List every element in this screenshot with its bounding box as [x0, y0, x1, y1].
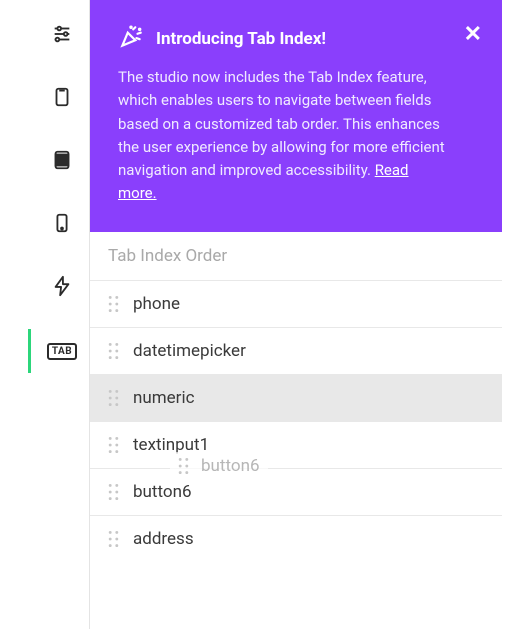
intro-banner: ✕ Introducing Tab Index! The studio now …	[90, 0, 502, 232]
drag-handle-icon[interactable]	[108, 483, 119, 501]
banner-header: Introducing Tab Index!	[118, 24, 450, 54]
list-item[interactable]: button6	[90, 468, 502, 515]
sidebar-item-lightning[interactable]	[48, 274, 76, 302]
list-item-label: button6	[133, 482, 192, 502]
sidebar-item-device-portrait[interactable]	[48, 85, 76, 113]
list-item-label: phone	[133, 294, 180, 314]
list-item-label: numeric	[133, 388, 194, 408]
close-icon[interactable]: ✕	[464, 24, 482, 46]
banner-body: The studio now includes the Tab Index fe…	[118, 66, 450, 206]
list-item-label: address	[133, 529, 194, 549]
list-item[interactable]: datetimepicker	[90, 327, 502, 374]
drag-handle-icon[interactable]	[108, 389, 119, 407]
list-item[interactable]: numeric	[90, 374, 502, 421]
list-item[interactable]: phone	[90, 280, 502, 327]
drag-handle-icon[interactable]	[108, 530, 119, 548]
sidebar-item-device-tablet[interactable]	[48, 148, 76, 176]
sidebar-item-tab-index[interactable]: TAB	[48, 337, 76, 365]
lightning-icon	[51, 275, 73, 301]
list-item-label: datetimepicker	[133, 341, 246, 361]
drag-handle-icon[interactable]	[108, 342, 119, 360]
list-item[interactable]: textinput1	[90, 421, 502, 468]
sidebar-item-device-mobile[interactable]	[48, 211, 76, 239]
confetti-icon	[118, 24, 144, 54]
device-portrait-icon	[51, 86, 73, 112]
sliders-icon	[51, 23, 73, 49]
device-mobile-icon	[51, 212, 73, 238]
drag-handle-icon[interactable]	[108, 436, 119, 454]
list-item[interactable]: address	[90, 515, 502, 562]
device-tablet-icon	[51, 149, 73, 175]
banner-title: Introducing Tab Index!	[156, 29, 326, 49]
section-header: Tab Index Order	[90, 232, 502, 280]
sidebar: TAB	[35, 0, 90, 629]
tab-index-icon: TAB	[47, 343, 77, 360]
list-item-label: textinput1	[133, 435, 209, 455]
drag-handle-icon[interactable]	[108, 295, 119, 313]
sidebar-item-settings[interactable]	[48, 22, 76, 50]
main-panel: ✕ Introducing Tab Index! The studio now …	[90, 0, 502, 629]
tab-order-list: phone datetimepicker numeric textinput1 …	[90, 280, 502, 562]
